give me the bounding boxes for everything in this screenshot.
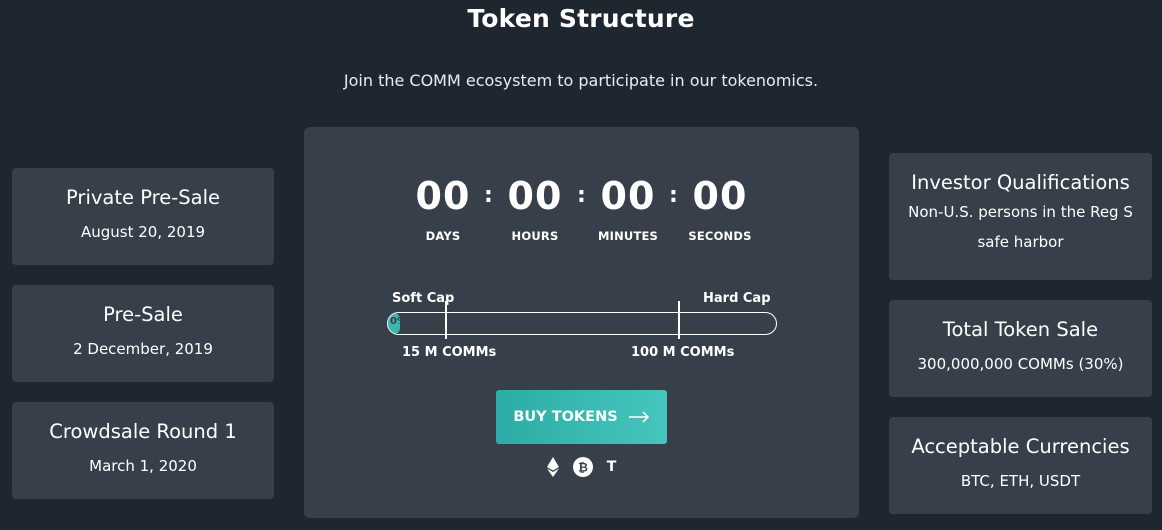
buy-tokens-button[interactable]: BUY TOKENS: [496, 390, 667, 444]
acceptable-currencies-card: Acceptable Currencies BTC, ETH, USDT: [889, 417, 1152, 514]
private-presale-card: Private Pre-Sale August 20, 2019: [12, 168, 274, 265]
minutes-label: MINUTES: [597, 229, 659, 243]
total-token-sale-card: Total Token Sale 300,000,000 COMMs (30%): [889, 300, 1152, 397]
soft-cap-amount: 15 M COMMs: [402, 345, 497, 360]
progress-percent: 0%: [390, 316, 407, 327]
page-subtitle: Join the COMM ecosystem to participate i…: [343, 71, 819, 90]
currency-icons: ₿ T: [304, 457, 859, 477]
page-title: Token Structure: [467, 4, 695, 33]
svg-text:₿: ₿: [578, 461, 588, 475]
card-title: Investor Qualifications: [911, 171, 1130, 194]
countdown-hours: 00 HOURS: [490, 173, 580, 243]
seconds-value: 00: [692, 174, 748, 218]
card-title: Pre-Sale: [103, 303, 183, 326]
card-value: Non-U.S. persons in the Reg S safe harbo…: [908, 203, 1133, 251]
card-value: 2 December, 2019: [73, 340, 213, 358]
minutes-value: 00: [600, 174, 656, 218]
sale-progress: Soft Cap Hard Cap 0% 15 M COMMs 100 M CO…: [387, 291, 777, 371]
presale-card: Pre-Sale 2 December, 2019: [12, 285, 274, 382]
card-value: BTC, ETH, USDT: [960, 472, 1081, 490]
days-value: 00: [415, 174, 471, 218]
card-value: 300,000,000 COMMs (30%): [917, 355, 1124, 373]
card-title: Crowdsale Round 1: [49, 420, 237, 443]
countdown-panel: 00 DAYS : 00 HOURS : 00 MINUTES : 00 SEC…: [304, 127, 859, 518]
hard-cap-label: Hard Cap: [703, 291, 771, 306]
countdown-seconds: 00 SECONDS: [675, 173, 765, 243]
countdown-timer: 00 DAYS : 00 HOURS : 00 MINUTES : 00 SEC…: [304, 173, 859, 253]
investor-qualifications-card: Investor Qualifications Non-U.S. persons…: [889, 153, 1152, 280]
hours-label: HOURS: [511, 229, 559, 243]
tether-icon: T: [606, 459, 617, 475]
bitcoin-icon: ₿: [572, 457, 593, 477]
hard-cap-amount: 100 M COMMs: [631, 345, 735, 360]
card-value: March 1, 2020: [89, 457, 197, 475]
card-value: August 20, 2019: [80, 223, 206, 241]
countdown-minutes: 00 MINUTES: [583, 173, 673, 243]
soft-cap-marker: [445, 301, 447, 339]
card-title: Acceptable Currencies: [911, 435, 1130, 458]
arrow-right-icon: [628, 411, 650, 423]
card-title: Private Pre-Sale: [66, 186, 220, 209]
crowdsale-round-card: Crowdsale Round 1 March 1, 2020: [12, 402, 274, 499]
days-label: DAYS: [425, 229, 461, 243]
seconds-label: SECONDS: [688, 229, 752, 243]
hours-value: 00: [507, 174, 563, 218]
countdown-days: 00 DAYS: [398, 173, 488, 243]
ethereum-icon: [546, 457, 559, 477]
card-title: Total Token Sale: [942, 318, 1099, 341]
buy-tokens-label: BUY TOKENS: [513, 409, 618, 425]
hard-cap-marker: [678, 301, 680, 339]
